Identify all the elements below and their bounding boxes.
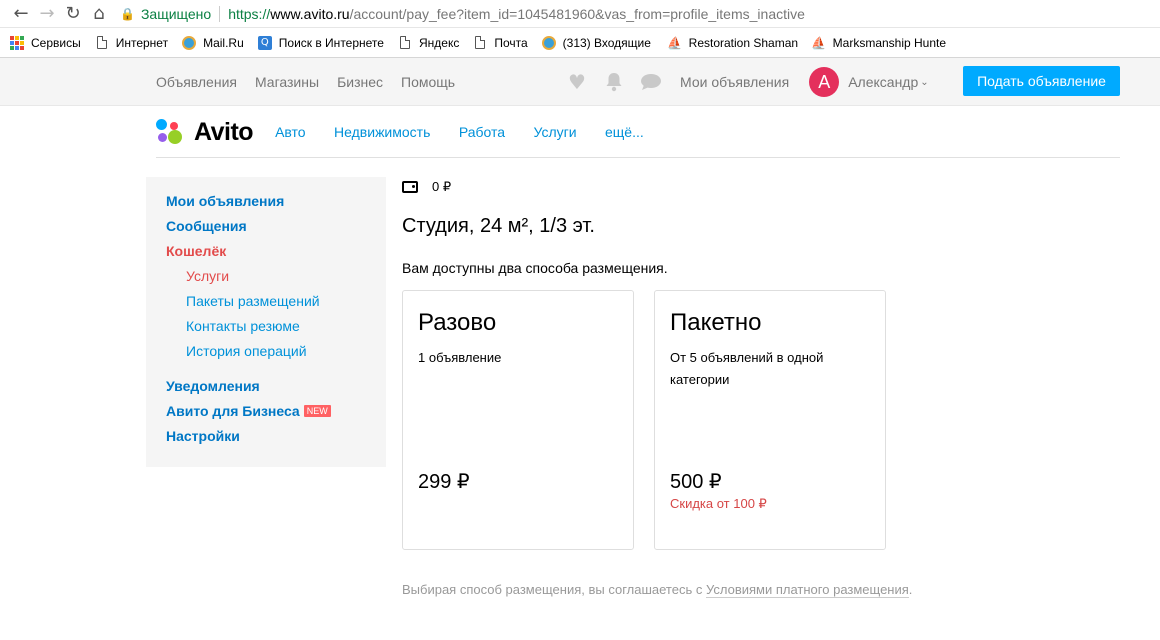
bookmarks-bar: Сервисы Интернет Mail.Ru Q Поиск в Интер… <box>0 28 1160 58</box>
bookmark-restoration-shaman[interactable]: ⛵ Restoration Shaman I <box>668 36 798 50</box>
mailru-icon <box>541 35 556 50</box>
nav-business[interactable]: Бизнес <box>337 74 383 90</box>
sidebar-item-history[interactable]: История операций <box>186 343 307 359</box>
lock-icon: 🔒 <box>120 6 135 21</box>
chat-icon[interactable] <box>640 71 662 93</box>
ship-icon: ⛵ <box>811 35 827 50</box>
bookmark-label: Яндекс <box>418 35 460 50</box>
option-discount: Скидка от 100 ₽ <box>670 496 767 511</box>
sidebar-item-notifications[interactable]: Уведомления <box>166 378 260 394</box>
secure-label: Защищено <box>140 5 212 22</box>
option-title: Разово <box>418 309 497 336</box>
nav-help[interactable]: Помощь <box>401 74 455 90</box>
back-icon[interactable]: ← <box>8 2 34 26</box>
option-title: Пакетно <box>670 309 762 336</box>
apps-icon <box>10 35 24 50</box>
account-sidebar: Мои объявления Сообщения Кошелёк Услуги … <box>146 177 386 467</box>
category-services[interactable]: Услуги <box>533 124 576 140</box>
page-icon <box>473 36 487 50</box>
mailru-icon <box>182 35 197 50</box>
heart-icon[interactable]: ♥ <box>566 70 588 94</box>
bookmark-label: (313) Входящие - По <box>562 35 654 50</box>
sidebar-item-label: Авито для Бизнеса <box>166 403 300 419</box>
placement-option-single[interactable]: Разово 1 объявление 299 ₽ <box>402 290 634 550</box>
terms-text: Выбирая способ размещения, вы соглашаете… <box>402 582 703 597</box>
url-host: www.avito.ru <box>270 5 350 22</box>
wallet-icon <box>402 181 418 193</box>
bookmark-yandex[interactable]: Яндекс <box>398 36 459 50</box>
option-price: 500 ₽ <box>670 471 722 493</box>
page-icon <box>398 36 412 50</box>
post-ad-button[interactable]: Подать объявление <box>963 66 1120 96</box>
user-name[interactable]: Александр <box>848 74 918 90</box>
chevron-down-icon[interactable]: ⌄ <box>920 77 928 88</box>
forward-icon[interactable]: → <box>34 2 60 26</box>
new-badge: NEW <box>303 405 331 417</box>
wallet-balance[interactable]: 0 ₽ <box>402 179 451 195</box>
item-title: Студия, 24 м², 1/3 эт. <box>402 215 595 237</box>
bookmark-services[interactable]: Сервисы <box>10 35 81 50</box>
sidebar-item-services[interactable]: Услуги <box>186 268 229 284</box>
option-description: 1 объявление <box>418 350 502 365</box>
option-price: 299 ₽ <box>418 471 470 493</box>
bookmark-inbox[interactable]: (313) Входящие - По <box>541 35 654 50</box>
url-scheme: https:// <box>228 5 271 22</box>
bookmark-label: Сервисы <box>31 35 81 50</box>
placement-option-package[interactable]: Пакетно От 5 объявлений в одной категори… <box>654 290 886 550</box>
terms-link[interactable]: Условиями платного размещения <box>705 582 909 598</box>
bookmark-mail[interactable]: Почта <box>473 35 528 50</box>
bookmark-label: Почта <box>494 35 528 50</box>
browser-toolbar: ← → ↻ ⌂ 🔒 Защищено https://www.avito.ru /… <box>0 0 1160 28</box>
sidebar-item-business[interactable]: Авито для Бизнеса NEW <box>166 403 331 419</box>
bookmark-label: Интернет <box>115 35 169 50</box>
sidebar-item-messages[interactable]: Сообщения <box>166 218 247 234</box>
divider <box>219 5 221 22</box>
placement-intro: Вам доступны два способа размещения. <box>402 260 668 276</box>
category-bar: Avito Авто Недвижимость Работа Услуги ещ… <box>156 108 1120 158</box>
my-ads-link[interactable]: Мои объявления <box>680 74 789 90</box>
sidebar-item-my-ads[interactable]: Мои объявления <box>166 193 284 209</box>
bookmark-label: Restoration Shaman I <box>688 35 798 50</box>
sidebar-item-packages[interactable]: Пакеты размещений <box>186 293 320 309</box>
nav-shops[interactable]: Магазины <box>255 74 319 90</box>
sidebar-item-wallet[interactable]: Кошелёк <box>166 243 226 259</box>
top-nav: Объявления Магазины Бизнес Помощь <box>156 58 473 106</box>
logo-icon <box>156 118 186 148</box>
bookmark-label: Marksmanship Hunte <box>832 35 947 50</box>
terms-note: Выбирая способ размещения, вы соглашаете… <box>402 582 913 598</box>
bookmark-label: Поиск в Интернете <box>278 35 384 50</box>
ship-icon: ⛵ <box>667 35 683 50</box>
option-description: От 5 объявлений в одной категории <box>670 350 824 387</box>
bookmark-mailru[interactable]: Mail.Ru <box>182 35 244 50</box>
category-jobs[interactable]: Работа <box>459 124 505 140</box>
category-auto[interactable]: Авто <box>275 124 306 140</box>
category-nav: Авто Недвижимость Работа Услуги ещё... <box>275 124 668 142</box>
category-realty[interactable]: Недвижимость <box>334 124 430 140</box>
site-header: Объявления Магазины Бизнес Помощь ♥ Мои … <box>0 58 1160 106</box>
user-area: ♥ Мои объявления А Александр ⌄ <box>566 58 929 106</box>
nav-ads[interactable]: Объявления <box>156 74 237 90</box>
avatar[interactable]: А <box>809 67 840 97</box>
home-icon[interactable]: ⌂ <box>86 2 112 26</box>
category-more[interactable]: ещё... <box>605 124 644 140</box>
terms-dot: . <box>908 582 913 597</box>
bell-icon[interactable] <box>603 71 625 93</box>
address-bar[interactable]: 🔒 Защищено https://www.avito.ru/account/… <box>120 2 805 26</box>
page-icon <box>95 36 109 50</box>
url-path: /account/pay_fee?item_id=1045481960&vas_… <box>349 5 805 22</box>
balance-value: 0 ₽ <box>432 179 452 194</box>
bookmark-label: Mail.Ru <box>203 35 244 50</box>
logo-text: Avito <box>194 118 254 146</box>
bookmark-search[interactable]: Q Поиск в Интернете <box>257 35 384 50</box>
avito-logo[interactable]: Avito <box>156 118 254 148</box>
reload-icon[interactable]: ↻ <box>60 2 86 26</box>
sidebar-item-resume-contacts[interactable]: Контакты резюме <box>186 318 300 334</box>
sidebar-item-settings[interactable]: Настройки <box>166 428 240 444</box>
bookmark-marksmanship-hunter[interactable]: ⛵ Marksmanship Hunte <box>812 36 946 50</box>
bookmark-internet[interactable]: Интернет <box>95 36 168 50</box>
search-icon: Q <box>257 35 272 50</box>
